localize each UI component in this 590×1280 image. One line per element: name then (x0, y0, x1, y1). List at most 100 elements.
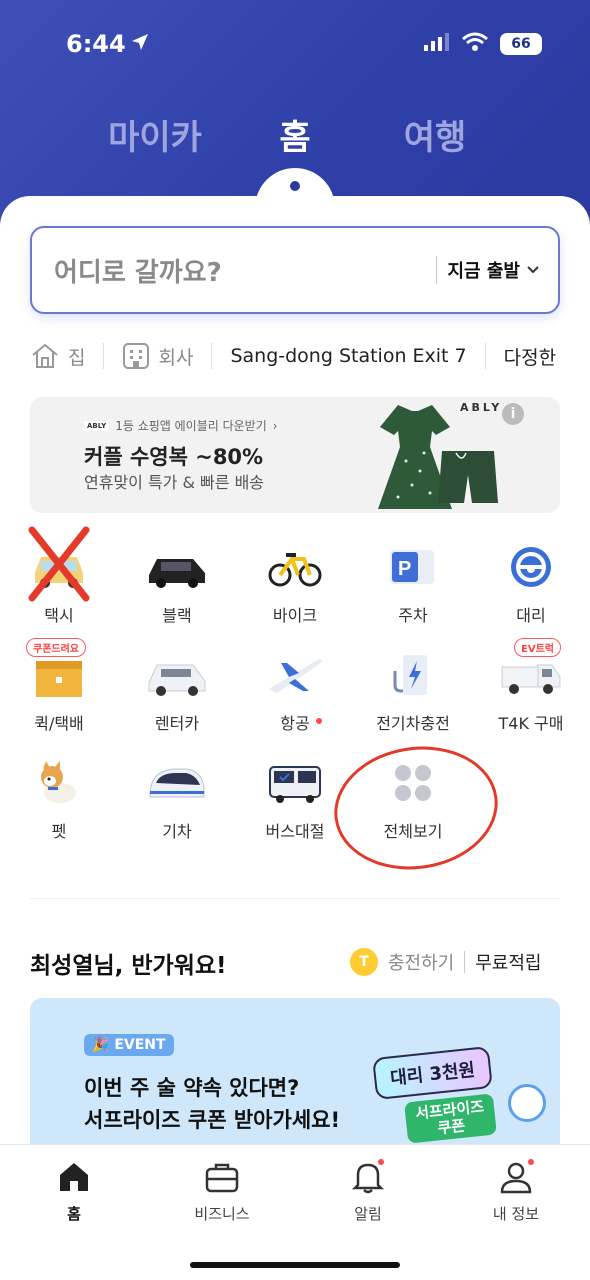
bus-icon (260, 752, 330, 814)
service-bike[interactable]: 바이크 (236, 536, 354, 626)
service-label: 기차 (162, 822, 192, 841)
departure-time-select[interactable]: 지금 출발 (447, 257, 540, 283)
alert-dot (378, 1159, 384, 1165)
ad-banner[interactable]: ABLY 1등 쇼핑앱 에이블리 다운받기 › 커플 수영복 ~80% 연휴맞이… (30, 397, 560, 513)
clock-icon (508, 1084, 546, 1122)
building-icon (123, 343, 150, 369)
shortcut-divider (103, 343, 105, 369)
shortcut-divider (211, 343, 213, 369)
shortcut-divider (484, 343, 486, 369)
banner-brand: ABLY (460, 401, 503, 414)
rental-car-icon (142, 644, 212, 706)
coupon-pill: 쿠폰드려요 (26, 638, 86, 657)
dog-icon (24, 752, 94, 814)
chevron-down-icon (527, 266, 539, 274)
greeting-text: 최성열님, 반가워요! (30, 953, 227, 979)
nav-business[interactable]: 비즈니스 (162, 1159, 282, 1224)
service-label: 펫 (51, 822, 67, 841)
shortcut-recent-1[interactable]: Sang-dong Station Exit 7 (230, 345, 466, 367)
shortcut-home[interactable]: 집 (30, 342, 85, 370)
service-label: 전기차충전 (376, 714, 450, 733)
ev-charger-icon (378, 644, 448, 706)
nav-label: 비즈니스 (194, 1205, 250, 1223)
event-badge: 🎉 EVENT (84, 1034, 174, 1056)
nav-my-info[interactable]: 내 정보 (456, 1159, 576, 1224)
service-label: 항공 (280, 714, 310, 733)
search-divider (436, 256, 438, 284)
truck-icon: EV트럭 (496, 638, 566, 706)
shortcut-home-label: 집 (68, 346, 86, 369)
home-icon (32, 343, 58, 368)
service-flight[interactable]: 항공 (236, 644, 354, 734)
airplane-icon (260, 644, 330, 706)
steering-wheel-icon (496, 536, 566, 598)
bell-icon (348, 1159, 388, 1195)
saved-places: 집 회사 Sang-dong Station Exit 7 다정한 (30, 336, 590, 376)
service-train[interactable]: 기차 (118, 752, 236, 842)
bike-icon (260, 536, 330, 598)
point-actions: T 충전하기 무료적립 (350, 948, 542, 976)
svg-text:P: P (398, 558, 411, 580)
event-banner[interactable]: 🎉 EVENT 이번 주 술 약속 있다면? 서프라이즈 쿠폰 받아가세요! 대… (30, 998, 560, 1158)
nav-label: 홈 (67, 1205, 81, 1223)
charge-link[interactable]: 충전하기 (388, 949, 454, 975)
service-parking[interactable]: P 주차 (354, 536, 472, 626)
chevron-right-icon: › (272, 418, 278, 433)
person-icon (496, 1159, 536, 1195)
shortcut-recent-2[interactable]: 다정한 (504, 343, 556, 370)
signal-icon (424, 33, 450, 55)
departure-label: 지금 출발 (447, 261, 520, 282)
banner-subline: 연휴맞이 특가 & 빠른 배송 (84, 473, 265, 492)
service-label: T4K 구매 (498, 714, 564, 733)
service-label: 대리 (516, 606, 546, 625)
info-icon[interactable]: i (502, 403, 524, 425)
banner-brand-mini: ABLY (84, 420, 110, 431)
shorts-image (438, 451, 498, 503)
service-delivery[interactable]: 쿠폰드려요 퀵/택배 (0, 638, 118, 734)
banner-tag: ABLY 1등 쇼핑앱 에이블리 다운받기 › (84, 417, 278, 434)
event-line-2: 서프라이즈 쿠폰 받아가세요! (84, 1108, 341, 1132)
event-badge-label: EVENT (114, 1037, 166, 1053)
ev-truck-pill: EV트럭 (514, 638, 561, 657)
status-time: 6:44 (66, 30, 126, 58)
coupon-card-top: 대리 3천원 (372, 1045, 493, 1101)
service-label: 바이크 (272, 606, 318, 625)
nav-label: 내 정보 (492, 1205, 540, 1223)
service-ev-charge[interactable]: 전기차충전 (354, 644, 472, 734)
service-black[interactable]: 블랙 (118, 536, 236, 626)
briefcase-icon (202, 1159, 242, 1195)
home-icon (54, 1159, 94, 1195)
service-label: 렌터카 (154, 714, 200, 733)
banner-headline: 커플 수영복 ~80% (84, 445, 264, 469)
service-taxi[interactable]: 택시 (0, 526, 118, 626)
taxi-icon (24, 526, 94, 602)
home-indicator (190, 1262, 400, 1268)
location-arrow-icon (130, 32, 150, 56)
search-input[interactable]: 어디로 갈까요? (54, 252, 426, 289)
t-coin-icon: T (350, 948, 378, 976)
coupon-card-bottom: 서프라이즈 쿠폰 (404, 1093, 497, 1144)
bottom-navigation: 홈 비즈니스 알림 내 정보 (0, 1144, 590, 1280)
top-tabs: 마이카 홈 여행 (0, 110, 590, 159)
shortcut-office[interactable]: 회사 (122, 342, 193, 370)
free-points-link[interactable]: 무료적립 (475, 949, 541, 975)
tab-mycar[interactable]: 마이카 (85, 110, 225, 159)
train-icon (142, 752, 212, 814)
service-label: 블랙 (162, 606, 192, 625)
black-car-icon (142, 536, 212, 598)
service-label: 택시 (44, 606, 74, 625)
service-t4k[interactable]: EV트럭 T4K 구매 (472, 638, 590, 734)
event-line-1: 이번 주 술 약속 있다면? (84, 1076, 300, 1100)
destination-search[interactable]: 어디로 갈까요? 지금 출발 (30, 226, 560, 314)
tab-travel[interactable]: 여행 (365, 110, 505, 159)
nav-label: 알림 (354, 1205, 382, 1223)
tab-home[interactable]: 홈 (225, 110, 365, 159)
nav-alerts[interactable]: 알림 (308, 1159, 428, 1224)
service-pet[interactable]: 펫 (0, 752, 118, 842)
wifi-icon (462, 32, 488, 56)
service-valet[interactable]: 대리 (472, 536, 590, 626)
active-tab-dot (290, 181, 300, 191)
new-dot (316, 718, 322, 724)
nav-home[interactable]: 홈 (14, 1159, 134, 1224)
service-rental[interactable]: 렌터카 (118, 644, 236, 734)
